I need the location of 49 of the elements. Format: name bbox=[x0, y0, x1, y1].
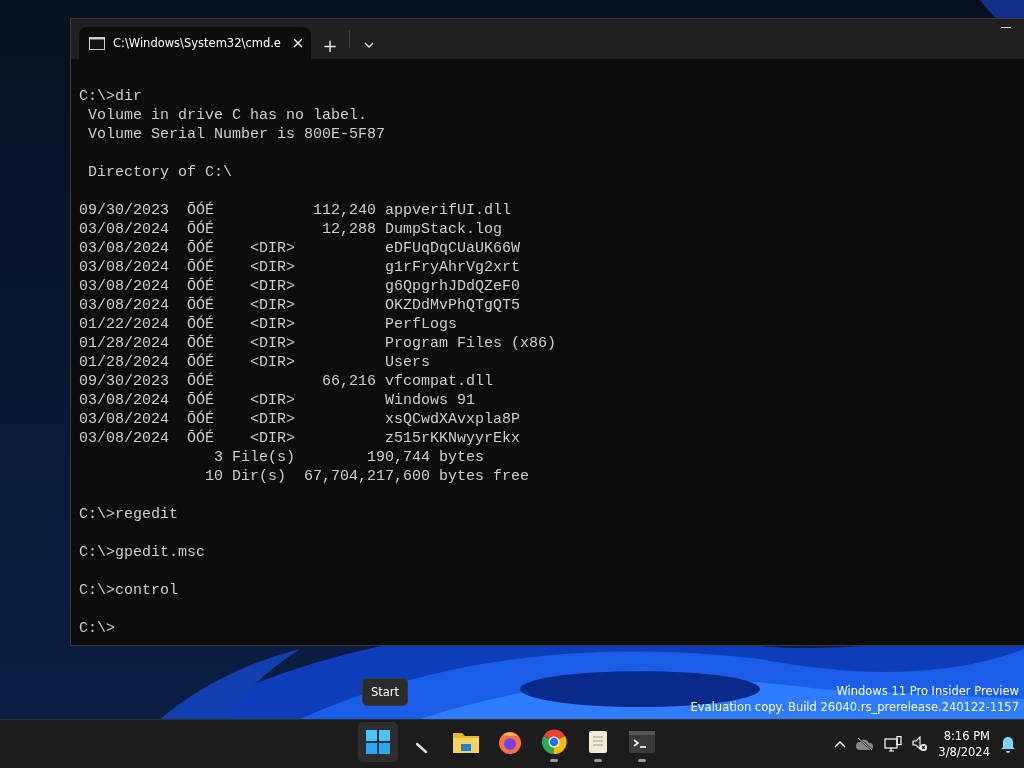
volume-muted-icon[interactable] bbox=[912, 736, 929, 752]
edition-text: Evaluation copy. Build 26040.rs_prerelease.240122-1157 bbox=[690, 699, 1019, 715]
terminal-icon bbox=[629, 731, 655, 753]
console-line: 03/08/2024 ÕÓÉ <DIR> OKZDdMvPhQTgQT5 bbox=[79, 296, 521, 315]
new-tab-button[interactable]: + bbox=[317, 31, 343, 59]
console-line: 01/22/2024 ÕÓÉ <DIR> PerfLogs bbox=[79, 315, 458, 334]
running-indicator bbox=[594, 759, 602, 762]
console-line: 10 Dir(s) 67,704,217,600 bytes free bbox=[204, 467, 530, 486]
bell-icon[interactable] bbox=[1000, 735, 1016, 753]
console-line: 03/08/2024 ÕÓÉ <DIR> eDFUqDqCUaUK66W bbox=[79, 239, 521, 258]
taskbar-app-button[interactable] bbox=[358, 722, 398, 762]
console-line: 03/08/2024 ÕÓÉ 12,288 DumpStack.log bbox=[79, 220, 503, 239]
console-line: C:\>regedit bbox=[79, 505, 179, 524]
console-line: Volume in drive C has no label. bbox=[87, 106, 368, 125]
terminal-tab[interactable]: C:\Windows\System32\cmd.e bbox=[79, 27, 311, 59]
console-line: 03/08/2024 ÕÓÉ <DIR> xsQCwdXAvxpla8P bbox=[79, 410, 521, 429]
console-line: 01/28/2024 ÕÓÉ <DIR> Program Files (x86) bbox=[79, 334, 557, 353]
console-line: Directory of C:\ bbox=[87, 163, 233, 182]
cmd-icon bbox=[89, 36, 105, 50]
console-line: C:\> bbox=[79, 619, 115, 638]
clock[interactable]: 8:16 PM 3/8/2024 bbox=[938, 728, 990, 760]
console-line: Volume Serial Number is 800E-5F87 bbox=[87, 125, 386, 144]
console-line: 03/08/2024 ÕÓÉ <DIR> Windows 91 bbox=[79, 391, 476, 410]
firefox-icon bbox=[497, 729, 523, 755]
cloud-off-icon[interactable] bbox=[856, 737, 875, 751]
scroll-icon bbox=[587, 729, 609, 755]
network-icon[interactable] bbox=[884, 736, 903, 752]
chevron-up-icon[interactable] bbox=[834, 740, 847, 748]
console-line: C:\>gpedit.msc bbox=[79, 543, 206, 562]
close-icon[interactable] bbox=[293, 38, 303, 48]
chevron-down-icon bbox=[364, 42, 374, 48]
console-line: 03/08/2024 ÕÓÉ <DIR> g1rFryAhrVg2xrt bbox=[79, 258, 521, 277]
console-line: 3 File(s) 190,744 bytes bbox=[213, 448, 485, 467]
console-line: 01/28/2024 ÕÓÉ <DIR> Users bbox=[79, 353, 431, 372]
console-line: 09/30/2023 ÕÓÉ 112,240 appverifUI.dll bbox=[79, 201, 512, 220]
running-indicator bbox=[638, 759, 646, 762]
chrome-icon bbox=[541, 729, 567, 755]
minimize-icon[interactable] bbox=[1001, 27, 1011, 29]
pen-icon bbox=[416, 742, 428, 754]
running-indicator bbox=[550, 759, 558, 762]
console-line: 09/30/2023 ÕÓÉ 66,216 vfcompat.dll bbox=[79, 372, 494, 391]
start-tooltip: Start bbox=[362, 678, 409, 706]
console-line: C:\>dir bbox=[79, 87, 142, 106]
console-line: 03/08/2024 ÕÓÉ <DIR> z515rKKNwyyrEkx bbox=[79, 429, 521, 448]
windows-logo-icon bbox=[366, 730, 390, 754]
folder-icon bbox=[453, 731, 479, 753]
console-line: 03/08/2024 ÕÓÉ <DIR> g6QpgrhJDdQZeF0 bbox=[79, 277, 521, 296]
edition-text: Windows 11 Pro Insider Preview bbox=[836, 683, 1019, 699]
console-line: C:\>control bbox=[79, 581, 179, 600]
